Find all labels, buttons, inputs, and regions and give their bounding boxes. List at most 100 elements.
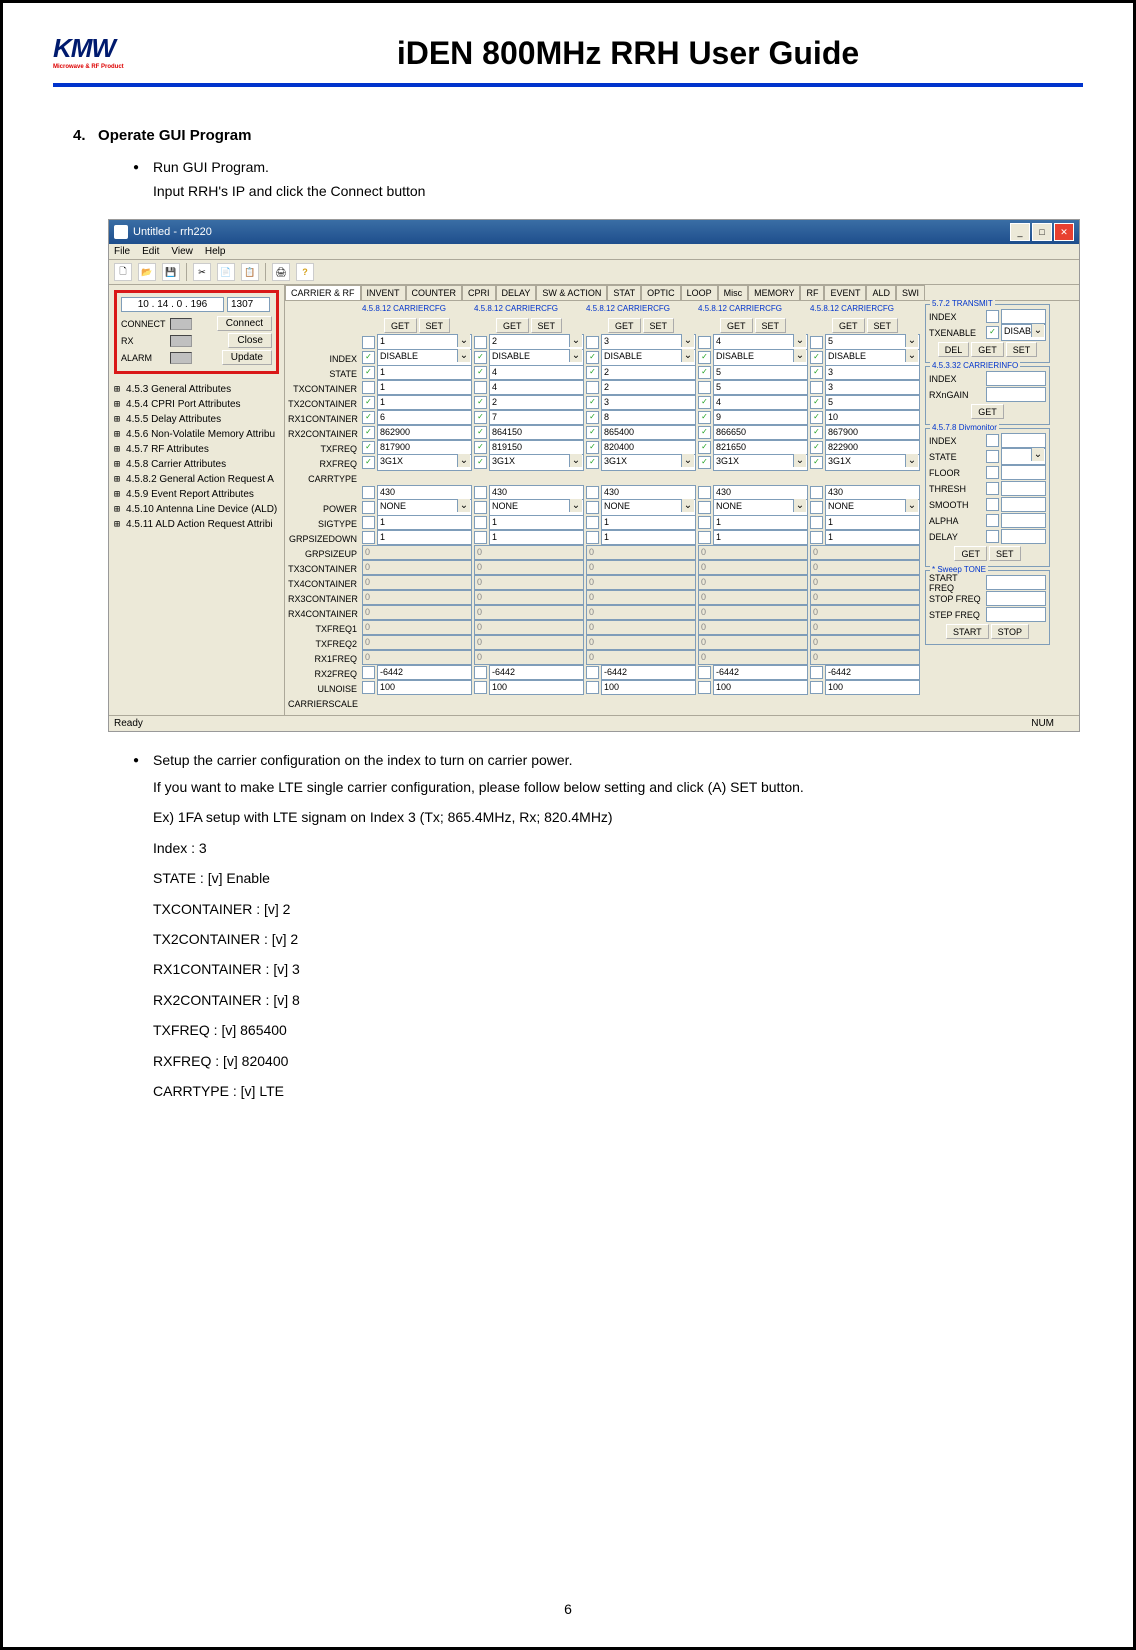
- dm-checkbox[interactable]: [986, 530, 999, 543]
- row-input[interactable]: 817900: [377, 440, 472, 455]
- row-checkbox[interactable]: ✓: [586, 411, 599, 424]
- row-checkbox[interactable]: ✓: [810, 426, 823, 439]
- row-checkbox[interactable]: ✓: [810, 456, 823, 469]
- row-input[interactable]: 1: [377, 515, 472, 530]
- row-checkbox[interactable]: [810, 486, 823, 499]
- row-checkbox[interactable]: [362, 501, 375, 514]
- row-input[interactable]: 100: [825, 680, 920, 695]
- row-checkbox[interactable]: [698, 681, 711, 694]
- row-checkbox[interactable]: ✓: [362, 351, 375, 364]
- row-checkbox[interactable]: [474, 486, 487, 499]
- row-checkbox[interactable]: ✓: [362, 411, 375, 424]
- row-checkbox[interactable]: [474, 666, 487, 679]
- row-input[interactable]: 4: [489, 365, 584, 380]
- row-checkbox[interactable]: [698, 666, 711, 679]
- menu-edit[interactable]: Edit: [142, 246, 159, 257]
- dm-checkbox[interactable]: [986, 450, 999, 463]
- row-input[interactable]: 862900: [377, 425, 472, 440]
- sw-input[interactable]: [986, 591, 1046, 606]
- row-input[interactable]: 1: [377, 395, 472, 410]
- col-set-button[interactable]: SET: [531, 318, 563, 333]
- row-checkbox[interactable]: ✓: [586, 441, 599, 454]
- row-input[interactable]: 1: [489, 530, 584, 545]
- row-checkbox[interactable]: [362, 666, 375, 679]
- row-checkbox[interactable]: [810, 501, 823, 514]
- row-select[interactable]: DISABLE: [377, 349, 472, 366]
- tree-item[interactable]: 4.5.8.2 General Action Request A: [114, 472, 279, 487]
- col-set-button[interactable]: SET: [867, 318, 899, 333]
- row-checkbox[interactable]: [362, 336, 375, 349]
- row-checkbox[interactable]: ✓: [474, 396, 487, 409]
- row-input[interactable]: 8: [601, 410, 696, 425]
- row-checkbox[interactable]: ✓: [474, 411, 487, 424]
- row-select[interactable]: NONE: [377, 499, 472, 516]
- col-get-button[interactable]: GET: [832, 318, 865, 333]
- row-checkbox[interactable]: [586, 381, 599, 394]
- dm-set-button[interactable]: SET: [989, 546, 1021, 561]
- row-checkbox[interactable]: ✓: [586, 351, 599, 364]
- row-select[interactable]: DISABLE: [713, 349, 808, 366]
- row-input[interactable]: 3: [825, 380, 920, 395]
- row-input[interactable]: -6442: [825, 665, 920, 680]
- dm-checkbox[interactable]: [986, 434, 999, 447]
- row-input[interactable]: 5: [713, 365, 808, 380]
- tab-optic[interactable]: OPTIC: [641, 285, 681, 300]
- connect-button[interactable]: Connect: [217, 316, 272, 331]
- tree-item[interactable]: 4.5.11 ALD Action Request Attribi: [114, 517, 279, 532]
- row-checkbox[interactable]: [810, 531, 823, 544]
- row-input[interactable]: 867900: [825, 425, 920, 440]
- row-checkbox[interactable]: [698, 516, 711, 529]
- tree-item[interactable]: 4.5.6 Non-Volatile Memory Attribu: [114, 427, 279, 442]
- row-input[interactable]: 7: [489, 410, 584, 425]
- minimize-button[interactable]: _: [1010, 223, 1030, 241]
- row-checkbox[interactable]: ✓: [362, 456, 375, 469]
- row-checkbox[interactable]: [810, 336, 823, 349]
- row-checkbox[interactable]: ✓: [362, 426, 375, 439]
- row-input[interactable]: 822900: [825, 440, 920, 455]
- row-input[interactable]: 3: [825, 365, 920, 380]
- row-checkbox[interactable]: ✓: [698, 411, 711, 424]
- row-input[interactable]: 1: [825, 530, 920, 545]
- row-input[interactable]: 100: [713, 680, 808, 695]
- tree-item[interactable]: 4.5.8 Carrier Attributes: [114, 457, 279, 472]
- txenable-select[interactable]: DISABLE: [1001, 324, 1046, 341]
- row-select[interactable]: 3G1X: [713, 454, 808, 471]
- row-checkbox[interactable]: ✓: [362, 441, 375, 454]
- row-checkbox[interactable]: [810, 681, 823, 694]
- row-input[interactable]: 430: [713, 485, 808, 500]
- row-checkbox[interactable]: ✓: [474, 456, 487, 469]
- col-set-button[interactable]: SET: [755, 318, 787, 333]
- tab-swi[interactable]: SWI: [896, 285, 925, 300]
- row-checkbox[interactable]: [474, 531, 487, 544]
- row-checkbox[interactable]: [586, 336, 599, 349]
- row-checkbox[interactable]: [474, 501, 487, 514]
- row-select[interactable]: 3G1X: [825, 454, 920, 471]
- copy-icon[interactable]: 📄: [217, 263, 235, 281]
- row-input[interactable]: 1: [601, 515, 696, 530]
- row-checkbox[interactable]: ✓: [698, 396, 711, 409]
- close-conn-button[interactable]: Close: [228, 333, 272, 348]
- row-input[interactable]: -6442: [377, 665, 472, 680]
- dm-input[interactable]: [1001, 448, 1046, 465]
- dm-checkbox[interactable]: [986, 498, 999, 511]
- col-get-button[interactable]: GET: [384, 318, 417, 333]
- txenable-checkbox[interactable]: ✓: [986, 326, 999, 339]
- tree-item[interactable]: 4.5.4 CPRI Port Attributes: [114, 397, 279, 412]
- row-select[interactable]: 3G1X: [601, 454, 696, 471]
- row-input[interactable]: 821650: [713, 440, 808, 455]
- row-checkbox[interactable]: ✓: [810, 351, 823, 364]
- tab-delay[interactable]: DELAY: [496, 285, 537, 300]
- row-input[interactable]: 430: [489, 485, 584, 500]
- row-checkbox[interactable]: ✓: [698, 366, 711, 379]
- tab-memory[interactable]: MEMORY: [748, 285, 800, 300]
- row-input[interactable]: 1: [713, 515, 808, 530]
- row-select[interactable]: DISABLE: [489, 349, 584, 366]
- row-checkbox[interactable]: ✓: [586, 396, 599, 409]
- row-checkbox[interactable]: [698, 486, 711, 499]
- row-checkbox[interactable]: ✓: [698, 456, 711, 469]
- row-checkbox[interactable]: ✓: [810, 411, 823, 424]
- row-input[interactable]: 865400: [601, 425, 696, 440]
- row-select[interactable]: 3G1X: [489, 454, 584, 471]
- row-input[interactable]: 1: [489, 515, 584, 530]
- row-checkbox[interactable]: [474, 516, 487, 529]
